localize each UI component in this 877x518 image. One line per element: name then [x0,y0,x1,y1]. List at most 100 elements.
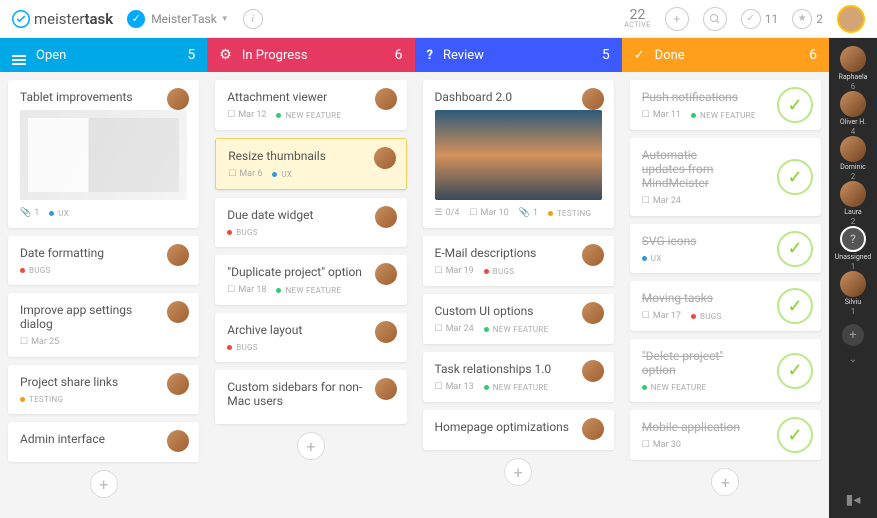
member-laura[interactable]: Laura 2 [835,181,872,226]
task-card[interactable]: Custom UI options ☐ Mar 24NEW FEATURE [423,294,614,344]
card-meta: ☐ Mar 12NEW FEATURE [227,110,394,120]
card-title: Resize thumbnails [228,149,393,163]
card-title: Custom sidebars for non-Mac users [227,380,394,408]
add-card-button[interactable]: + [90,470,118,498]
column-review: ? Review 5 Dashboard 2.0☰ 0/4☐ Mar 10📎 1… [415,38,622,518]
task-card[interactable]: Resize thumbnails ☐ Mar 6UX [215,138,406,190]
task-card[interactable]: Due date widgetBUGS [215,198,406,247]
column-count: 5 [602,47,610,63]
expand-members-icon[interactable]: ⌄ [849,354,857,365]
project-check-icon: ✓ [127,10,145,28]
member-silviu[interactable]: Silviu 1 [835,271,872,316]
task-card[interactable]: Homepage optimizations [423,410,614,450]
assignee-avatar[interactable] [375,206,397,228]
done-check-icon: ✓ [777,288,813,324]
column-header-review[interactable]: ? Review 5 [415,38,622,72]
add-card-button[interactable]: + [297,432,325,460]
meta-cal: ☐ Mar 30 [642,440,681,450]
member-dominic[interactable]: Dominic 2 [835,136,872,181]
card-meta: BUGS [227,228,394,237]
assignee-avatar[interactable] [582,244,604,266]
card-title: Moving tasks [642,291,769,305]
add-member-button[interactable]: + [842,324,864,346]
card-meta: ☐ Mar 11NEW FEATURE [642,110,769,120]
meta-cal: ☐ Mar 11 [642,110,681,120]
assignee-avatar[interactable] [167,244,189,266]
task-card[interactable]: E-Mail descriptions☐ Mar 19BUGS [423,236,614,286]
member-oliver-h-[interactable]: Oliver H. 4 [835,91,872,136]
sidebar-toggle-icon[interactable]: ▮◂ [846,492,861,508]
task-card[interactable]: Mobile application☐ Mar 30✓ [630,410,821,460]
done-check-icon: ✓ [777,353,813,389]
task-card[interactable]: Push notifications☐ Mar 11NEW FEATURE✓ [630,80,821,130]
member-unassigned[interactable]: ? Unassigned 1 [835,226,872,271]
assignee-avatar[interactable] [582,302,604,324]
card-meta: ☐ Mar 6UX [228,169,393,179]
card-meta: ☐ Mar 18NEW FEATURE [227,285,394,295]
task-card[interactable]: Date formattingBUGS [8,236,199,285]
add-button[interactable]: + [665,7,689,31]
meta-cal: ☐ Mar 18 [227,285,266,295]
app-logo[interactable]: meistertask [12,10,113,28]
task-card[interactable]: Project share linksTESTING [8,365,199,414]
assignee-avatar[interactable] [167,373,189,395]
card-title: Custom UI options [435,304,602,318]
card-meta: ☐ Mar 24NEW FEATURE [435,324,602,334]
task-card[interactable]: Moving tasks☐ Mar 17BUGS✓ [630,281,821,331]
assignee-avatar[interactable] [582,88,604,110]
meta-cal: ☐ Mar 24 [642,196,681,206]
search-icon[interactable] [703,7,727,31]
assignee-avatar[interactable] [374,147,396,169]
task-card[interactable]: Custom sidebars for non-Mac users [215,370,406,424]
user-avatar[interactable] [837,5,865,33]
card-title: Admin interface [20,432,187,446]
add-card-button[interactable]: + [504,458,532,486]
project-dropdown-caret[interactable]: ▼ [221,14,229,23]
member-count: 2 [851,172,856,181]
task-card[interactable]: Automatic updates from MindMeister☐ Mar … [630,138,821,216]
member-raphaela[interactable]: Raphaela 6 [835,46,872,91]
column-count: 6 [809,47,817,63]
top-bar: meistertask ✓ MeisterTask ▼ i 22 ACTIVE … [0,0,877,38]
task-card[interactable]: "Delete project" optionNEW FEATURE✓ [630,339,821,402]
task-card[interactable]: Tablet improvements📎 1UX [8,80,199,228]
info-icon[interactable]: i [243,9,263,29]
task-card[interactable]: "Duplicate project" option☐ Mar 18NEW FE… [215,255,406,305]
assignee-avatar[interactable] [375,88,397,110]
task-card[interactable]: Task relationships 1.0☐ Mar 13NEW FEATUR… [423,352,614,402]
task-card[interactable]: Archive layoutBUGS [215,313,406,362]
task-card[interactable]: Improve app settings dialog☐ Mar 25 [8,293,199,357]
member-name: Raphaela [839,73,868,81]
member-count: 2 [851,217,856,226]
member-name: Unassigned [835,253,872,261]
completed-count[interactable]: ✓ 11 [741,9,779,29]
column-done: ✓ Done 6 Push notifications ☐ Mar 11NEW F… [622,38,829,518]
tag-ux: UX [642,254,662,263]
card-meta: ☐ Mar 24 [642,196,769,206]
add-card-button[interactable]: + [711,468,739,496]
assignee-avatar[interactable] [375,321,397,343]
card-title: Push notifications [642,90,769,104]
meta-cal: ☐ Mar 24 [435,324,474,334]
column-header-open[interactable]: Open 5 [0,38,207,72]
card-meta: ☐ Mar 13NEW FEATURE [435,382,602,392]
column-progress: ⚙ In Progress 6 Attachment viewer☐ Mar 1… [207,38,414,518]
assignee-avatar[interactable] [375,263,397,285]
active-task-count[interactable]: 22 ACTIVE [624,8,651,29]
meta-list: ☰ 0/4 [435,208,460,218]
assignee-avatar[interactable] [167,430,189,452]
meta-clip: 📎 1 [519,208,538,218]
assignee-avatar[interactable] [167,88,189,110]
assignee-avatar[interactable] [582,418,604,440]
card-image [435,110,602,200]
task-card[interactable]: Attachment viewer☐ Mar 12NEW FEATURE [215,80,406,130]
project-name[interactable]: MeisterTask [151,12,217,26]
assignee-avatar[interactable] [582,360,604,382]
column-header-done[interactable]: ✓ Done 6 [622,38,829,72]
column-header-progress[interactable]: ⚙ In Progress 6 [207,38,414,72]
task-card[interactable]: Admin interface [8,422,199,462]
starred-count[interactable]: ★ 2 [792,9,823,29]
assignee-avatar[interactable] [375,378,397,400]
task-card[interactable]: Dashboard 2.0☰ 0/4☐ Mar 10📎 1TESTING [423,80,614,228]
task-card[interactable]: SVG iconsUX✓ [630,224,821,273]
